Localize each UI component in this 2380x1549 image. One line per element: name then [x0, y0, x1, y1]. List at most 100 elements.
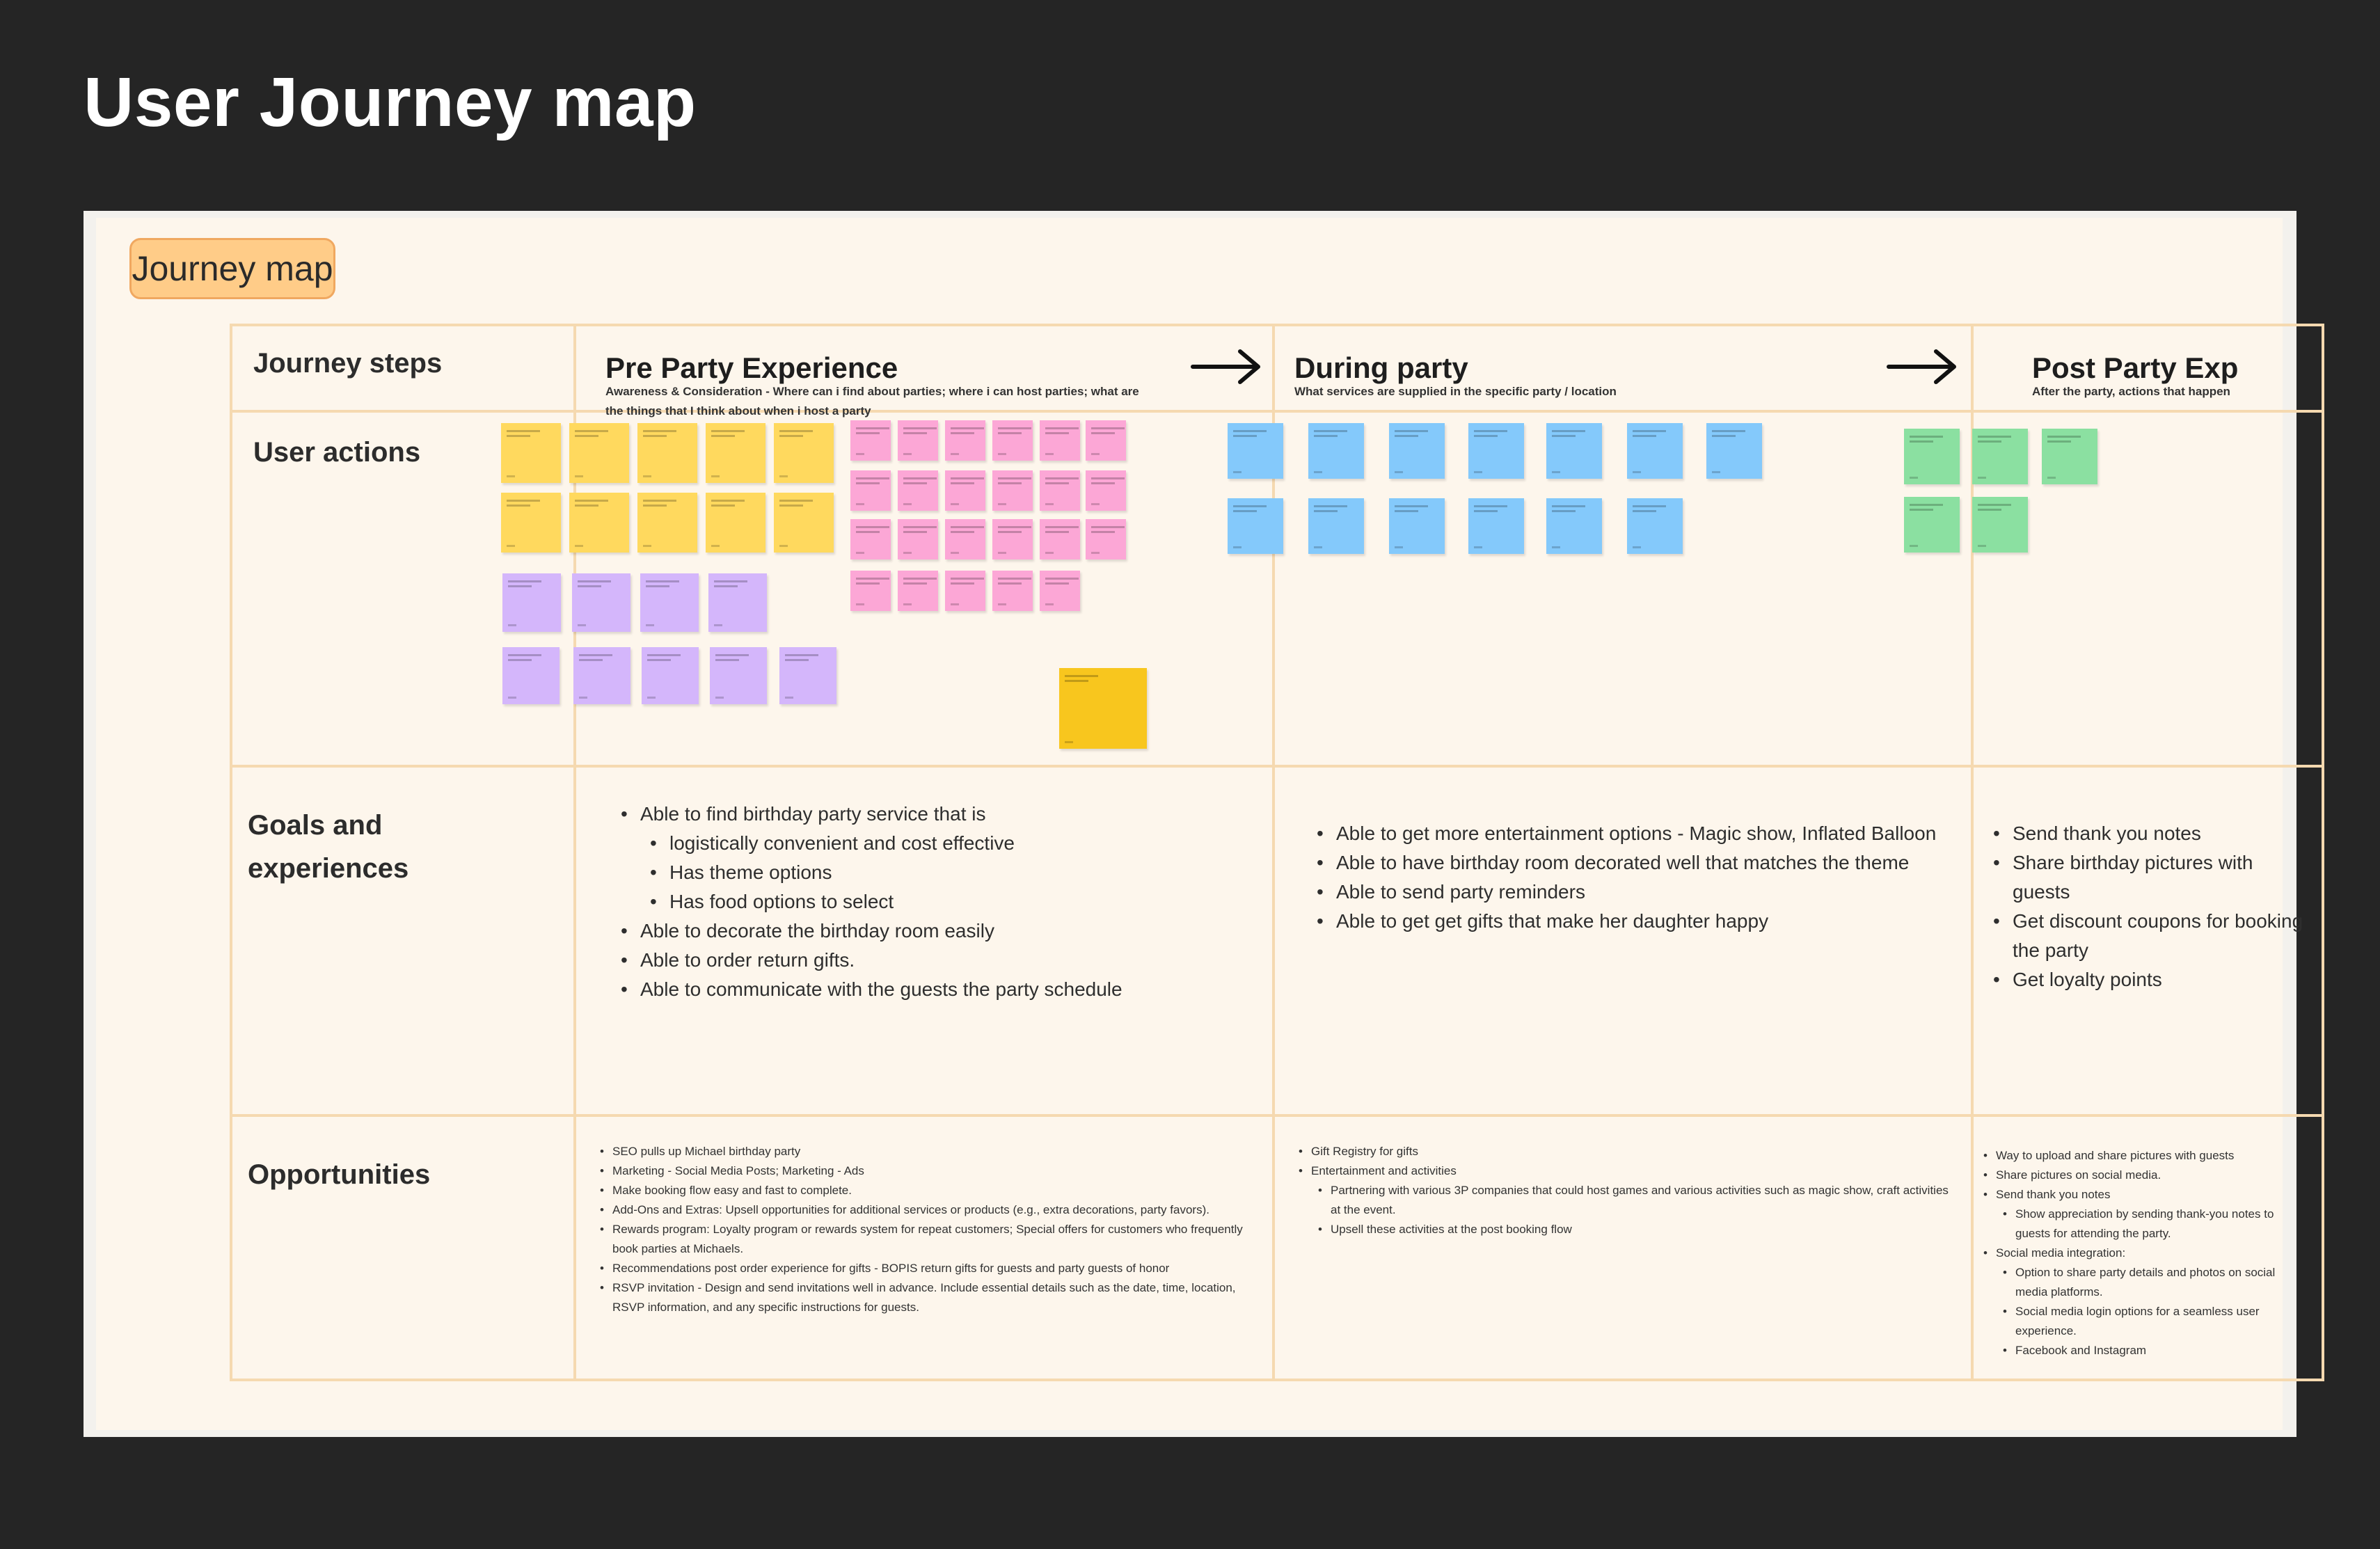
sticky-note[interactable]	[2042, 429, 2097, 484]
sticky-note[interactable]	[706, 493, 765, 553]
list-item: Add-Ons and Extras: Upsell opportunities…	[600, 1200, 1254, 1220]
sticky-note[interactable]	[992, 519, 1033, 559]
sticky-note[interactable]	[1706, 423, 1762, 479]
sticky-note[interactable]	[945, 470, 985, 511]
list-item: Able to have birthday room decorated wel…	[1317, 848, 1964, 877]
sticky-note[interactable]	[706, 423, 765, 483]
goals-list-during-party: Able to get more entertainment options -…	[1317, 819, 1964, 936]
sticky-note[interactable]	[774, 493, 834, 553]
sticky-note[interactable]	[640, 573, 699, 632]
sticky-note[interactable]	[898, 571, 938, 611]
sticky-note[interactable]	[1059, 668, 1147, 749]
row-label-opportunities: Opportunities	[248, 1159, 431, 1190]
list-item: Social media login options for a seamles…	[2003, 1302, 2310, 1341]
list-item: Get loyalty points	[1993, 965, 2306, 994]
list-item: Make booking flow easy and fast to compl…	[600, 1181, 1254, 1200]
page-title: User Journey map	[84, 63, 697, 141]
sticky-note[interactable]	[710, 647, 767, 704]
phase-subtitle-pre-party: Awareness & Consideration - Where can i …	[605, 385, 1139, 418]
sticky-note[interactable]	[1228, 423, 1283, 479]
list-item: Able to send party reminders	[1317, 877, 1964, 907]
board-canvas[interactable]: Journey map Journey steps User actions G…	[84, 211, 2324, 1437]
sticky-note[interactable]	[945, 420, 985, 461]
sticky-note[interactable]	[1546, 498, 1602, 554]
list-item: Marketing - Social Media Posts; Marketin…	[600, 1161, 1254, 1181]
opportunities-list-post-party: Way to upload and share pictures with gu…	[1983, 1146, 2310, 1360]
sticky-note[interactable]	[1972, 429, 2028, 484]
list-item: Gift Registry for gifts	[1299, 1142, 1953, 1161]
goals-list-post-party: Send thank you notesShare birthday pictu…	[1993, 819, 2306, 994]
sticky-note[interactable]	[1308, 498, 1364, 554]
sticky-note[interactable]	[1904, 497, 1960, 553]
list-item: Share pictures on social media.	[1983, 1166, 2310, 1185]
sticky-note[interactable]	[1086, 420, 1126, 461]
sticky-note[interactable]	[850, 470, 891, 511]
sticky-note[interactable]	[898, 470, 938, 511]
row-divider	[230, 1114, 2324, 1117]
row-divider	[230, 410, 2324, 413]
opportunities-list-during-party: Gift Registry for giftsEntertainment and…	[1299, 1142, 1953, 1239]
arrow-right-icon	[1191, 349, 1260, 384]
sticky-note[interactable]	[1308, 423, 1364, 479]
sticky-note[interactable]	[1040, 571, 1080, 611]
sticky-note[interactable]	[1972, 497, 2028, 553]
sticky-note[interactable]	[573, 647, 630, 704]
sticky-note[interactable]	[850, 519, 891, 559]
sticky-note[interactable]	[774, 423, 834, 483]
sticky-note[interactable]	[1040, 420, 1080, 461]
sticky-note[interactable]	[1040, 470, 1080, 511]
sticky-note[interactable]	[569, 493, 629, 553]
sticky-note[interactable]	[1627, 423, 1683, 479]
sticky-note[interactable]	[1228, 498, 1283, 554]
sticky-note[interactable]	[1627, 498, 1683, 554]
sticky-note[interactable]	[572, 573, 630, 632]
list-item: SEO pulls up Michael birthday party	[600, 1142, 1254, 1161]
sticky-note[interactable]	[945, 571, 985, 611]
list-item: Show appreciation by sending thank-you n…	[2003, 1205, 2310, 1244]
list-item: Has food options to select	[650, 887, 1247, 916]
sticky-note[interactable]	[1389, 423, 1445, 479]
list-item: Able to decorate the birthday room easil…	[621, 916, 1247, 946]
sticky-note[interactable]	[708, 573, 767, 632]
sticky-note[interactable]	[501, 423, 561, 483]
sticky-note[interactable]	[992, 420, 1033, 461]
sticky-note[interactable]	[569, 423, 629, 483]
row-label-user-actions: User actions	[253, 437, 421, 468]
sticky-note[interactable]	[502, 647, 560, 704]
sticky-note[interactable]	[642, 647, 699, 704]
sticky-note[interactable]	[1040, 519, 1080, 559]
sticky-note[interactable]	[1468, 423, 1524, 479]
sticky-note[interactable]	[1468, 498, 1524, 554]
sticky-note[interactable]	[779, 647, 836, 704]
journey-map-tag[interactable]: Journey map	[129, 238, 335, 299]
sticky-note[interactable]	[1086, 470, 1126, 511]
list-item: Way to upload and share pictures with gu…	[1983, 1146, 2310, 1166]
sticky-note[interactable]	[637, 423, 697, 483]
sticky-note[interactable]	[1389, 498, 1445, 554]
sticky-note[interactable]	[850, 571, 891, 611]
sticky-note[interactable]	[502, 573, 561, 632]
sticky-note[interactable]	[1904, 429, 1960, 484]
list-item: Rewards program: Loyalty program or rewa…	[600, 1220, 1254, 1259]
sticky-note[interactable]	[1546, 423, 1602, 479]
row-label-journey-steps: Journey steps	[253, 348, 443, 379]
sticky-note[interactable]	[992, 470, 1033, 511]
list-item: Social media integration:	[1983, 1244, 2310, 1263]
column-divider	[1272, 324, 1275, 1381]
list-item: Send thank you notes	[1983, 1185, 2310, 1205]
phase-subtitle-post-party: After the party, actions that happen	[2032, 385, 2230, 398]
sticky-note[interactable]	[850, 420, 891, 461]
list-item: Able to find birthday party service that…	[621, 800, 1247, 829]
sticky-note[interactable]	[637, 493, 697, 553]
sticky-note[interactable]	[945, 519, 985, 559]
sticky-note[interactable]	[1086, 519, 1126, 559]
sticky-note[interactable]	[898, 420, 938, 461]
sticky-note[interactable]	[898, 519, 938, 559]
phase-subtitle-during-party: What services are supplied in the specif…	[1294, 385, 1617, 398]
row-label-goals: Goals and experiences	[248, 810, 409, 884]
list-item: logistically convenient and cost effecti…	[650, 829, 1247, 858]
list-item: Recommendations post order experience fo…	[600, 1259, 1254, 1278]
sticky-note[interactable]	[992, 571, 1033, 611]
phase-title-post-party: Post Party Exp	[2032, 351, 2239, 384]
sticky-note[interactable]	[501, 493, 561, 553]
